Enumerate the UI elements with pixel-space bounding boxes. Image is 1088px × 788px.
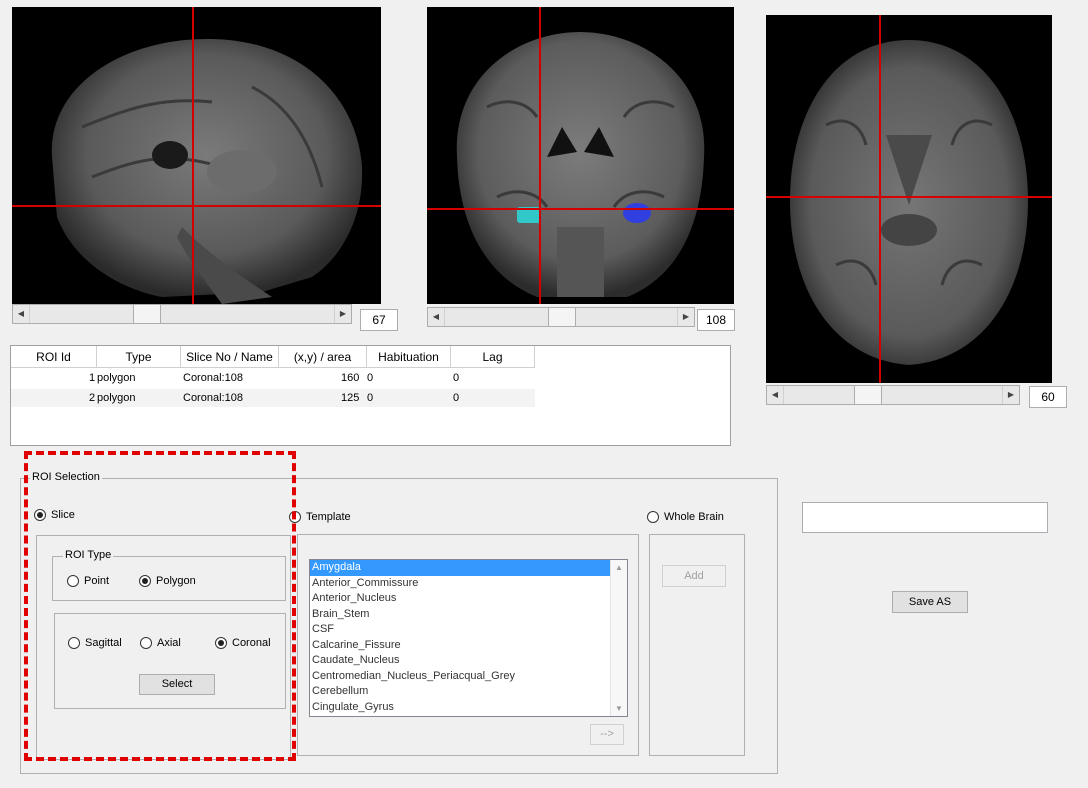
template-list-item[interactable]: Anterior_Commissure bbox=[310, 576, 627, 592]
template-list-item[interactable]: Cingulate_Gyrus bbox=[310, 700, 627, 716]
sagittal-brain-image bbox=[51, 38, 363, 304]
axial-crosshair-vertical bbox=[879, 15, 881, 383]
column-header-lag[interactable]: Lag bbox=[451, 346, 535, 368]
table-row[interactable]: 2 polygon Coronal:108 125 0 0 bbox=[11, 389, 535, 407]
template-list-item[interactable]: CSF bbox=[310, 622, 627, 638]
cell-type: polygon bbox=[97, 392, 136, 404]
cell-lag: 0 bbox=[453, 392, 460, 404]
add-button[interactable]: Add bbox=[662, 565, 726, 587]
template-list: Amygdala Anterior_Commissure Anterior_Nucl… bbox=[310, 560, 627, 715]
cell-area: 160 bbox=[341, 372, 360, 384]
template-list-item[interactable]: Anterior_Nucleus bbox=[310, 591, 627, 607]
template-list-item[interactable]: Amygdala bbox=[310, 560, 627, 576]
whole-brain-radio-label: Whole Brain bbox=[664, 511, 724, 523]
coronal-slider[interactable]: ◀ ▶ bbox=[427, 307, 695, 327]
slider-left-arrow-icon[interactable]: ◀ bbox=[428, 308, 445, 326]
sagittal-slider[interactable]: ◀ ▶ bbox=[12, 304, 352, 324]
template-list-item[interactable]: Caudate_Nucleus bbox=[310, 653, 627, 669]
table-row[interactable]: 1 polygon Coronal:108 160 0 0 bbox=[11, 369, 535, 387]
coronal-brain-image bbox=[456, 32, 705, 297]
column-header-type[interactable]: Type bbox=[97, 346, 181, 368]
axial-brain-image bbox=[790, 40, 1028, 365]
whole-brain-radio[interactable]: Whole Brain bbox=[647, 511, 724, 523]
template-radio[interactable]: Template bbox=[289, 511, 351, 523]
slider-right-arrow-icon[interactable]: ▶ bbox=[677, 308, 694, 326]
axial-slider[interactable]: ◀ ▶ bbox=[766, 385, 1020, 405]
axial-crosshair-horizontal bbox=[766, 196, 1052, 198]
cell-roi-id: 1 bbox=[89, 372, 96, 384]
roi-marker-right bbox=[623, 203, 651, 223]
sagittal-crosshair-vertical bbox=[192, 7, 194, 304]
coronal-crosshair-horizontal bbox=[427, 208, 734, 210]
save-as-button[interactable]: Save AS bbox=[892, 591, 968, 613]
scroll-down-icon[interactable]: ▼ bbox=[615, 704, 623, 713]
template-list-item[interactable]: Cerebellum bbox=[310, 684, 627, 700]
column-header-roi-id[interactable]: ROI Id bbox=[11, 346, 97, 368]
cell-lag: 0 bbox=[453, 372, 460, 384]
scroll-up-icon[interactable]: ▲ bbox=[615, 563, 623, 572]
sagittal-crosshair-horizontal bbox=[12, 205, 381, 207]
axial-slice-value[interactable]: 60 bbox=[1029, 386, 1067, 408]
slider-left-arrow-icon[interactable]: ◀ bbox=[13, 305, 30, 323]
slider-right-arrow-icon[interactable]: ▶ bbox=[334, 305, 351, 323]
column-header-area[interactable]: (x,y) / area bbox=[279, 346, 367, 368]
template-list-item[interactable]: Brain_Stem bbox=[310, 607, 627, 623]
highlight-box bbox=[24, 451, 296, 761]
roi-table[interactable]: ROI Id Type Slice No / Name (x,y) / area… bbox=[10, 345, 731, 446]
template-radio-label: Template bbox=[306, 511, 351, 523]
cell-roi-id: 2 bbox=[89, 392, 96, 404]
slider-right-arrow-icon[interactable]: ▶ bbox=[1002, 386, 1019, 404]
coronal-slice-value[interactable]: 108 bbox=[697, 309, 735, 331]
slider-thumb[interactable] bbox=[548, 308, 576, 326]
coronal-crosshair-vertical bbox=[539, 7, 541, 304]
slider-left-arrow-icon[interactable]: ◀ bbox=[767, 386, 784, 404]
filename-input[interactable] bbox=[802, 502, 1048, 533]
cell-slice: Coronal:108 bbox=[183, 392, 243, 404]
template-list-item[interactable]: Calcarine_Fissure bbox=[310, 638, 627, 654]
sagittal-view[interactable] bbox=[12, 7, 381, 304]
move-arrow-button[interactable]: --> bbox=[590, 724, 624, 745]
cell-slice: Coronal:108 bbox=[183, 372, 243, 384]
cell-type: polygon bbox=[97, 372, 136, 384]
listbox-scrollbar[interactable]: ▲ ▼ bbox=[610, 560, 627, 716]
cell-habituation: 0 bbox=[367, 392, 374, 404]
column-header-slice[interactable]: Slice No / Name bbox=[181, 346, 279, 368]
slider-thumb[interactable] bbox=[854, 386, 882, 404]
radio-icon bbox=[647, 511, 659, 523]
slider-thumb[interactable] bbox=[133, 305, 161, 323]
column-header-habituation[interactable]: Habituation bbox=[367, 346, 451, 368]
cell-area: 125 bbox=[341, 392, 360, 404]
coronal-view[interactable] bbox=[427, 7, 734, 304]
cell-habituation: 0 bbox=[367, 372, 374, 384]
axial-view[interactable] bbox=[766, 15, 1052, 383]
template-listbox[interactable]: Amygdala Anterior_Commissure Anterior_Nucl… bbox=[309, 559, 628, 717]
sagittal-slice-value[interactable]: 67 bbox=[360, 309, 398, 331]
template-list-item[interactable]: Centromedian_Nucleus_Periacqual_Grey bbox=[310, 669, 627, 685]
